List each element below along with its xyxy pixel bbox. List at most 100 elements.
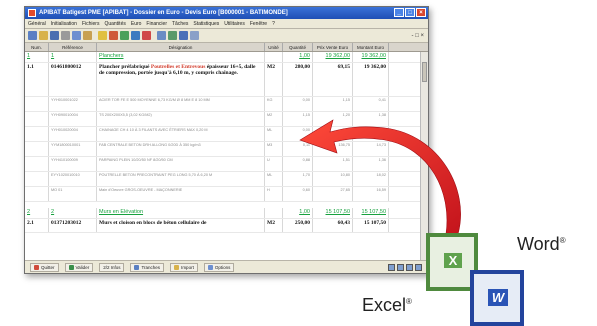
- menu-fenetre[interactable]: Fenêtre: [250, 21, 267, 27]
- window-title: APIBAT Batigest PME [APIBAT] - Dossier e…: [39, 10, 288, 16]
- header-num[interactable]: Num.: [25, 43, 49, 51]
- table-row[interactable]: YYH010020004 CHAINAGE CH 4 10 À 3 FILANT…: [25, 127, 428, 142]
- header-amount[interactable]: Montant Euro: [353, 43, 389, 51]
- import-button[interactable]: Import: [170, 262, 198, 272]
- row-unit: ML: [265, 172, 283, 186]
- header-designation[interactable]: Désignation: [97, 43, 265, 51]
- save-icon[interactable]: [50, 31, 59, 40]
- row-amount: 15 107,50: [353, 208, 389, 218]
- row-quantity: 1,15: [283, 112, 313, 126]
- row-num: [25, 97, 49, 111]
- menu-quantites[interactable]: Quantités: [104, 21, 125, 27]
- row-amount: 19 362,00: [353, 52, 389, 62]
- header-quantity[interactable]: Quantité: [283, 43, 313, 51]
- table-row[interactable]: MO 01 Main d'Oeuvre GROS-OEUVRE - MAÇONN…: [25, 187, 428, 202]
- new-icon[interactable]: [28, 31, 37, 40]
- app-icon: [28, 9, 36, 17]
- row-num: 2: [25, 208, 49, 218]
- window-controls: _ □ ×: [394, 8, 426, 17]
- row-amount: 5,58: [353, 127, 389, 141]
- row-unit-price: 1,15: [313, 97, 353, 111]
- print-icon[interactable]: [179, 31, 188, 40]
- menu-financier[interactable]: Financier: [146, 21, 167, 27]
- flag-icon[interactable]: [142, 31, 151, 40]
- table-row[interactable]: 1 1 Planchers 1,00 19 362,00 19 362,00: [25, 52, 428, 63]
- menu-fichiers[interactable]: Fichiers: [82, 21, 100, 27]
- menu-initialisation[interactable]: Initialisation: [51, 21, 77, 27]
- calculator-icon[interactable]: [157, 31, 166, 40]
- row-unit-price: 60,43: [313, 219, 353, 232]
- validate-button[interactable]: Valider: [64, 262, 94, 272]
- delete-icon[interactable]: [109, 31, 118, 40]
- maximize-button[interactable]: □: [405, 8, 415, 17]
- table-row[interactable]: YYH010001022 ACIER TOR FE E 500 MOYENNE …: [25, 97, 428, 112]
- vertical-scrollbar[interactable]: [420, 52, 428, 261]
- row-designation: PARPAING PLEIN 10/20/50 NF 8/20/50 CM: [97, 157, 265, 171]
- row-unit: KG: [265, 97, 283, 111]
- view-icon-1[interactable]: [388, 263, 395, 271]
- row-amount: 14,73: [353, 142, 389, 156]
- view-icon-3[interactable]: [406, 263, 413, 271]
- table-row[interactable]: YYM1800010001 FAB CENTRALE BETON DRH ALL…: [25, 142, 428, 157]
- search-icon[interactable]: [98, 31, 107, 40]
- table-row[interactable]: EYY1020010010 POUTRELLE BETON PRECONTRAI…: [25, 172, 428, 187]
- menu-euro[interactable]: Euro: [131, 21, 142, 27]
- row-quantity: 280,00: [283, 63, 313, 96]
- add-icon[interactable]: [120, 31, 129, 40]
- row-unit: M2: [265, 219, 283, 232]
- row-unit-price: 15 107,50: [313, 208, 353, 218]
- row-amount: 18,02: [353, 172, 389, 186]
- menu-statistiques[interactable]: Statistiques: [193, 21, 219, 27]
- header-unit-price[interactable]: Prix Vente Euro: [313, 43, 353, 51]
- table-row[interactable]: 1.1 01461800012 Plancher préfabriqué Pou…: [25, 63, 428, 97]
- menu-general[interactable]: Général: [28, 21, 46, 27]
- close-button[interactable]: ×: [416, 8, 426, 17]
- row-num: [25, 112, 49, 126]
- table-row[interactable]: 2 2 Murs en Elévation 1,00 15 107,50 15 …: [25, 208, 428, 219]
- document-window-controls[interactable]: - □ ×: [412, 33, 424, 39]
- tranches-icon: [134, 264, 140, 270]
- row-unit-price: 136,75: [313, 142, 353, 156]
- row-designation: Murs et cloison en blocs de béton cellul…: [97, 219, 265, 232]
- row-amount: 1,38: [353, 112, 389, 126]
- minimize-button[interactable]: _: [394, 8, 404, 17]
- quit-button[interactable]: Quitter: [30, 262, 59, 272]
- row-quantity: 1,00: [283, 208, 313, 218]
- row-num: [25, 187, 49, 201]
- header-unit[interactable]: Unité: [265, 43, 283, 51]
- row-reference: YYH010001022: [49, 97, 97, 111]
- row-num: [25, 157, 49, 171]
- infos-label: 2/2 Infos: [103, 264, 121, 270]
- excel-glyph: X: [444, 253, 462, 268]
- table-row[interactable]: YYH090010004 TS 200X200X5,5 (3,02 KG/M2)…: [25, 112, 428, 127]
- row-quantity: 250,00: [283, 219, 313, 232]
- options-button[interactable]: Options: [203, 262, 235, 272]
- row-reference: YYH410100009: [49, 157, 97, 171]
- view-icon-4[interactable]: [415, 263, 422, 271]
- row-unit: U: [265, 157, 283, 171]
- view-icon-2[interactable]: [397, 263, 404, 271]
- infos-button[interactable]: 2/2 Infos: [99, 262, 125, 272]
- header-reference[interactable]: Référence: [49, 43, 97, 51]
- menu-taches[interactable]: Tâches: [172, 21, 188, 27]
- row-designation: POUTRELLE BETON PRECONTRAINT PEG LONG 5,…: [97, 172, 265, 186]
- menu-help[interactable]: ?: [272, 21, 275, 27]
- menu-utilitaires[interactable]: Utilitaires: [224, 21, 245, 27]
- insert-icon[interactable]: [131, 31, 140, 40]
- row-quantity: 1,70: [283, 172, 313, 186]
- table-row[interactable]: YYH410100009 PARPAING PLEIN 10/20/50 NF …: [25, 157, 428, 172]
- paste-icon[interactable]: [83, 31, 92, 40]
- table-row[interactable]: 2.1 01371203012 Murs et cloison en blocs…: [25, 219, 428, 233]
- row-quantity: 0,00: [283, 97, 313, 111]
- cut-icon[interactable]: [61, 31, 70, 40]
- open-icon[interactable]: [39, 31, 48, 40]
- row-unit-price: 1,20: [313, 112, 353, 126]
- copy-icon[interactable]: [72, 31, 81, 40]
- options-icon: [207, 264, 213, 270]
- preview-icon[interactable]: [190, 31, 199, 40]
- tranches-button[interactable]: Tranches: [130, 262, 165, 272]
- table-icon[interactable]: [168, 31, 177, 40]
- grid-header: Num. Référence Désignation Unité Quantit…: [25, 43, 428, 52]
- scrollbar-thumb[interactable]: [422, 62, 427, 82]
- tranches-label: Tranches: [141, 264, 161, 270]
